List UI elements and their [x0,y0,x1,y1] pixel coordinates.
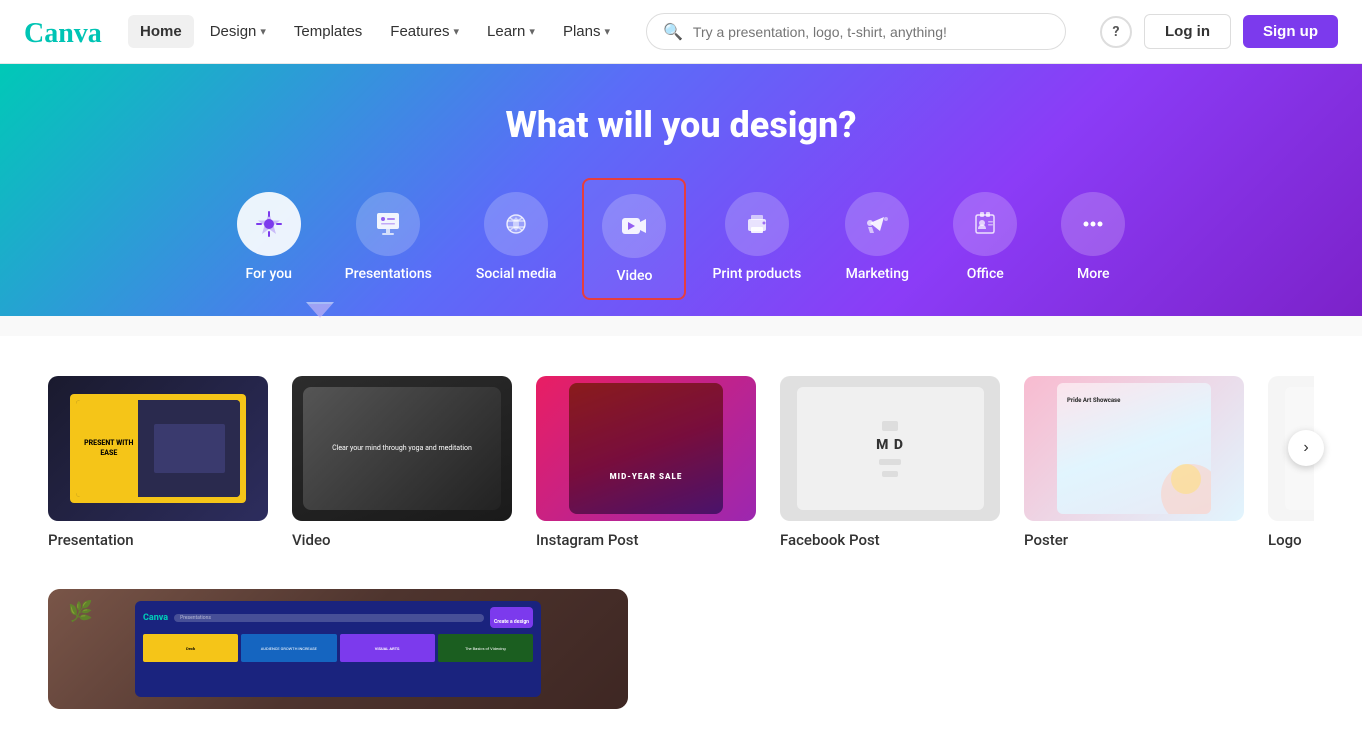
learn-chevron-icon: ▾ [529,25,535,38]
category-printproducts[interactable]: Print products [694,178,819,300]
office-icon-circle [953,192,1017,256]
nav-home[interactable]: Home [128,15,194,48]
nav-links: Home Design ▾ Templates Features ▾ Learn… [128,15,622,48]
socialmedia-icon-circle [484,192,548,256]
card-poster-image: Pride Art Showcase [1024,376,1244,521]
socialmedia-label: Social media [476,266,557,282]
presentations-label: Presentations [345,266,432,282]
nav-templates[interactable]: Templates [282,15,374,48]
card-instagram-image: MID-YEAR SALE [536,376,756,521]
marketing-icon-circle [845,192,909,256]
card-facebook[interactable]: M D Facebook Post [780,376,1000,549]
printproducts-label: Print products [712,266,801,282]
card-video-image: Clear your mind through yoga and meditat… [292,376,512,521]
design-chevron-icon: ▾ [260,25,266,38]
video-icon-circle [602,194,666,258]
nav-design[interactable]: Design ▾ [198,15,278,48]
card-video-label: Video [292,531,512,549]
bottom-section: Canva Presentations Create a design Deck… [0,569,1362,729]
search-icon: 🔍 [663,22,683,41]
card-poster-label: Poster [1024,531,1244,549]
signup-button[interactable]: Sign up [1243,15,1338,48]
search-bar[interactable]: 🔍 [646,13,1066,50]
features-chevron-icon: ▾ [454,25,460,38]
card-presentation-label: Presentation [48,531,268,549]
nav-right-actions: ? Log in Sign up [1100,14,1338,49]
card-instagram-label: Instagram Post [536,531,756,549]
printproducts-icon-circle [725,192,789,256]
more-label: More [1077,266,1110,282]
plans-chevron-icon: ▾ [604,25,610,38]
category-marketing[interactable]: Marketing [827,178,927,300]
poster-card-text: Pride Art Showcase [1067,397,1120,405]
card-facebook-image: M D [780,376,1000,521]
card-instagram[interactable]: MID-YEAR SALE Instagram Post [536,376,756,549]
hero-banner: What will you design? For you [0,64,1362,316]
card-video[interactable]: Clear your mind through yoga and meditat… [292,376,512,549]
card-presentation[interactable]: PRESENT WITH EASE Presentation [48,376,268,549]
category-socialmedia[interactable]: Social media [458,178,575,300]
presentation-thumbnail: PRESENT WITH EASE [70,394,246,503]
logo[interactable]: Canva [24,16,104,48]
nav-learn[interactable]: Learn ▾ [475,15,547,48]
category-video[interactable]: Video [582,178,686,300]
category-presentations[interactable]: Presentations [327,178,450,300]
cards-row: PRESENT WITH EASE Presentation [48,376,1314,549]
help-button[interactable]: ? [1100,16,1132,48]
svg-text:Canva: Canva [24,18,102,48]
foryou-icon-circle [237,192,301,256]
navbar: Canva Home Design ▾ Templates Features ▾… [0,0,1362,64]
cards-section: PRESENT WITH EASE Presentation [0,336,1362,569]
marketing-label: Marketing [846,266,909,282]
card-logo-label: Logo [1268,531,1314,549]
cards-wrapper: PRESENT WITH EASE Presentation [48,376,1314,549]
video-card-text: Clear your mind through yoga and meditat… [324,436,480,462]
card-presentation-image: PRESENT WITH EASE [48,376,268,521]
presentation-card-text: PRESENT WITH EASE [80,439,138,457]
foryou-label: For you [246,266,292,282]
category-office[interactable]: Office [935,178,1035,300]
login-button[interactable]: Log in [1144,14,1231,49]
categories-row: For you Presentations [0,178,1362,300]
more-icon-circle [1061,192,1125,256]
card-poster[interactable]: Pride Art Showcase Poster [1024,376,1244,549]
cards-next-button[interactable]: › [1288,430,1324,466]
office-label: Office [967,266,1004,282]
video-label: Video [616,268,652,284]
presentations-icon-circle [356,192,420,256]
search-input[interactable] [693,24,1049,40]
card-facebook-label: Facebook Post [780,531,1000,549]
instagram-card-text: MID-YEAR SALE [569,472,723,482]
nav-features[interactable]: Features ▾ [378,15,471,48]
category-more[interactable]: More [1043,178,1143,300]
nav-plans[interactable]: Plans ▾ [551,15,622,48]
category-foryou[interactable]: For you [219,178,319,300]
hero-title: What will you design? [0,104,1362,146]
bottom-preview-image: Canva Presentations Create a design Deck… [48,589,628,709]
